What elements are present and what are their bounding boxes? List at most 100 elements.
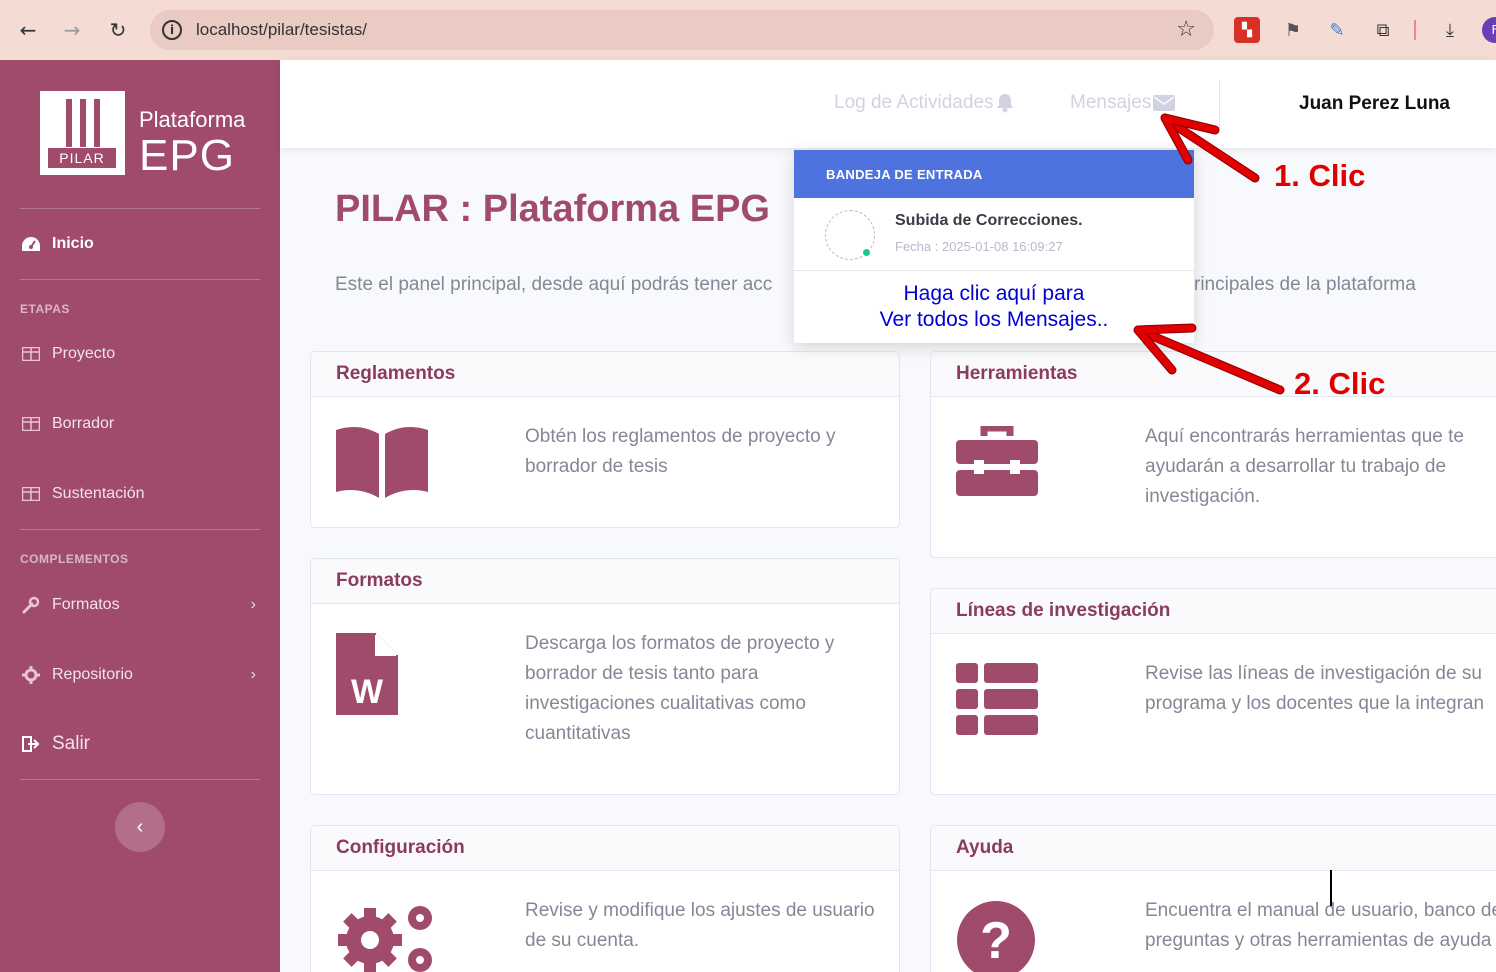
card-text: Obtén los reglamentos de proyecto y borr… (525, 426, 836, 477)
sidebar-item-label: Inicio (52, 235, 94, 252)
table-icon (20, 343, 42, 365)
sender-avatar (825, 210, 875, 260)
card-herramientas[interactable]: Herramientas Aquí encontrarás herramient… (930, 351, 1496, 558)
question-circle-icon: ? (956, 900, 1056, 972)
bookmark-star-icon[interactable]: ☆ (1176, 17, 1196, 42)
dashboard-icon (20, 233, 42, 255)
sidebar-item-salir[interactable]: Salir (20, 729, 260, 759)
chevron-right-icon: › (250, 666, 256, 683)
card-text: Revise las líneas de investigación de su… (1145, 663, 1485, 714)
cog-icon (20, 664, 42, 686)
annotation-step-1: 1. Clic (1274, 158, 1366, 193)
book-open-icon (336, 426, 436, 516)
list-icon (956, 663, 1056, 753)
toolbox-icon (956, 424, 1056, 516)
extension-red-icon[interactable]: ▚ (1234, 17, 1260, 43)
topbar: Log de Actividades Mensajes Juan Perez L… (280, 60, 1496, 148)
sidebar-divider (20, 208, 260, 209)
card-text: Encuentra el manual de usuario, banco de… (1145, 900, 1496, 951)
cogs-icon (336, 900, 436, 972)
annotation-step-2: 2. Clic (1294, 366, 1386, 401)
svg-text:W: W (351, 673, 384, 711)
activity-log-link[interactable]: Log de Actividades (834, 92, 1014, 114)
brand-title-big: EPG (139, 131, 235, 180)
card-configuracion[interactable]: Configuración Revise y modifique los aju… (310, 825, 900, 972)
sidebar-item-label: Formatos (52, 596, 120, 613)
sidebar-item-label: Repositorio (52, 666, 133, 683)
card-formatos[interactable]: Formatos W Descarga los formatos de proy… (310, 558, 900, 795)
table-icon (20, 483, 42, 505)
messages-link[interactable]: Mensajes (1070, 92, 1176, 114)
card-text: Revise y modifique los ajustes de usuari… (525, 900, 875, 951)
sidebar-item-label: Borrador (52, 415, 115, 432)
wrench-icon (20, 594, 42, 616)
card-text: Aquí encontrarás herramientas que te ayu… (1145, 426, 1464, 507)
sidebar-divider (20, 529, 260, 530)
extension-feather-icon[interactable]: ✎ (1324, 17, 1350, 43)
address-bar[interactable]: i localhost/pilar/tesistas/ ☆ (150, 10, 1214, 50)
view-all-line2: Ver todos los Mensajes.. (879, 308, 1109, 331)
text-cursor (1330, 870, 1332, 906)
page-description-start: Este el panel principal, desde aquí podr… (335, 274, 773, 295)
card-title: Formatos (311, 559, 899, 604)
card-title: Configuración (311, 826, 899, 871)
url-text[interactable]: localhost/pilar/tesistas/ (196, 20, 367, 40)
sidebar-item-inicio[interactable]: Inicio (20, 229, 260, 259)
page-title: PILAR : Plataforma EPG (335, 188, 770, 230)
topbar-divider (1219, 80, 1220, 128)
sidebar-divider (20, 779, 260, 780)
card-title: Herramientas (931, 352, 1496, 397)
message-date: Fecha : 2025-01-08 16:09:27 (895, 239, 1063, 254)
card-title: Reglamentos (311, 352, 899, 397)
card-ayuda[interactable]: Ayuda ? Encuentra el manual de usuario, … (930, 825, 1496, 972)
view-all-messages-link[interactable]: Haga clic aquí para Ver todos los Mensaj… (794, 281, 1194, 333)
back-icon[interactable]: ← (10, 12, 46, 48)
svg-text:?: ? (980, 912, 1012, 970)
sign-out-icon (20, 733, 42, 755)
profile-avatar[interactable]: F (1482, 17, 1496, 43)
message-subject: Subida de Correcciones. (895, 212, 1083, 229)
card-lineas-investigacion[interactable]: Líneas de investigación Revise las línea… (930, 588, 1496, 795)
brand-title-small: Plataforma (139, 107, 246, 132)
card-title: Ayuda (931, 826, 1496, 871)
extensions-puzzle-icon[interactable]: ⧉ (1370, 17, 1396, 43)
sidebar-item-label: Salir (52, 733, 91, 754)
sidebar-heading-etapas: ETAPAS (20, 302, 70, 316)
forward-icon[interactable]: → (54, 12, 90, 48)
brand-logo[interactable]: PILAR Plataforma EPG (40, 91, 246, 180)
sidebar-item-proyecto[interactable]: Proyecto (20, 339, 260, 369)
sidebar: PILAR Plataforma EPG Inicio ETAPAS Proye… (0, 60, 280, 972)
message-item[interactable]: Subida de Correcciones. Fecha : 2025-01-… (794, 198, 1194, 271)
logo-pilar-label: PILAR (48, 148, 116, 168)
chevron-right-icon: › (250, 596, 256, 613)
page-description-end: rincipales de la plataforma (1194, 274, 1416, 295)
bell-icon (996, 94, 1013, 113)
browser-toolbar: ← → ↻ i localhost/pilar/tesistas/ ☆ ▚ ⚑ … (0, 0, 1496, 60)
download-icon[interactable]: ⤓ (1437, 17, 1463, 43)
card-text: Descarga los formatos de proyecto y borr… (525, 633, 835, 744)
sidebar-item-sustentacion[interactable]: Sustentación (20, 479, 260, 509)
envelope-icon (1153, 95, 1176, 111)
sidebar-toggle-button[interactable]: ‹ (115, 802, 165, 852)
sidebar-item-borrador[interactable]: Borrador (20, 409, 260, 439)
sidebar-item-repositorio[interactable]: Repositorio › (20, 660, 260, 690)
messages-label: Mensajes (1070, 92, 1152, 113)
messages-dropdown: BANDEJA DE ENTRADA Subida de Correccione… (794, 150, 1194, 343)
dropdown-header: BANDEJA DE ENTRADA (794, 150, 1194, 198)
user-name[interactable]: Juan Perez Luna (1299, 93, 1450, 115)
sidebar-item-formatos[interactable]: Formatos › (20, 590, 260, 620)
file-word-icon: W (336, 633, 436, 723)
toolbar-divider (1414, 20, 1416, 40)
sidebar-item-label: Proyecto (52, 345, 116, 362)
sidebar-item-label: Sustentación (52, 485, 145, 502)
logo-box: PILAR (40, 91, 125, 175)
extension-flag-icon[interactable]: ⚑ (1280, 17, 1306, 43)
online-status-dot (861, 247, 872, 258)
card-reglamentos[interactable]: Reglamentos Obtén los reglamentos de pro… (310, 351, 900, 528)
reload-icon[interactable]: ↻ (100, 12, 136, 48)
page-description: Este el panel principal, desde aquí podr… (335, 274, 772, 296)
view-all-line1: Haga clic aquí para (903, 282, 1085, 305)
site-info-icon[interactable]: i (162, 20, 182, 40)
sidebar-divider (20, 279, 260, 280)
card-title: Líneas de investigación (931, 589, 1496, 634)
